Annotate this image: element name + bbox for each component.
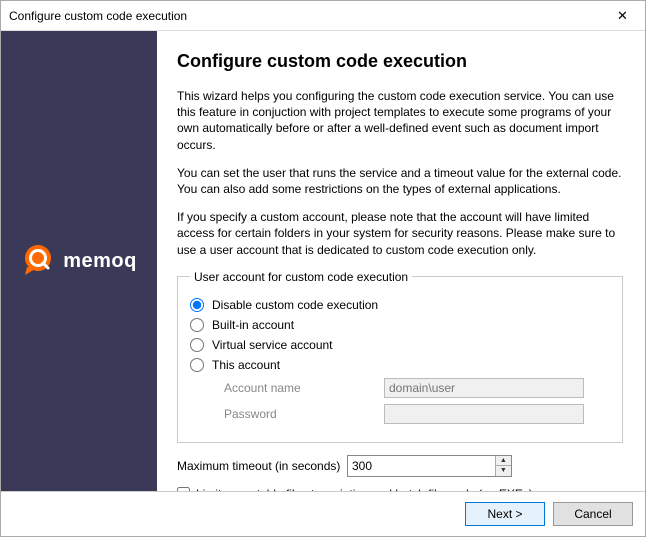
timeout-row: Maximum timeout (in seconds) ▲ ▼ bbox=[177, 455, 623, 477]
password-row: Password bbox=[224, 404, 610, 424]
radio-this-account-label: This account bbox=[212, 358, 280, 372]
window-title: Configure custom code execution bbox=[9, 9, 187, 23]
radio-virtual-input[interactable] bbox=[190, 338, 204, 352]
titlebar: Configure custom code execution ✕ bbox=[1, 1, 645, 31]
radio-disable-label: Disable custom code execution bbox=[212, 298, 378, 312]
radio-disable-input[interactable] bbox=[190, 298, 204, 312]
memoq-logo-icon bbox=[21, 243, 55, 280]
radio-this-account[interactable]: This account bbox=[190, 358, 610, 372]
radio-builtin-input[interactable] bbox=[190, 318, 204, 332]
timeout-label: Maximum timeout (in seconds) bbox=[177, 459, 347, 473]
content-area: Configure custom code execution This wiz… bbox=[157, 31, 645, 491]
spinner-up-button[interactable]: ▲ bbox=[496, 456, 511, 467]
brand-name: memoq bbox=[63, 250, 137, 273]
account-name-label: Account name bbox=[224, 381, 384, 395]
brand-logo: memoq bbox=[21, 243, 137, 280]
page-title: Configure custom code execution bbox=[177, 51, 623, 72]
spinner-down-button[interactable]: ▼ bbox=[496, 466, 511, 476]
intro-paragraph-1: This wizard helps you configuring the cu… bbox=[177, 88, 623, 153]
timeout-spinner[interactable]: ▲ ▼ bbox=[347, 455, 512, 477]
radio-virtual-label: Virtual service account bbox=[212, 338, 333, 352]
account-name-field[interactable] bbox=[384, 378, 584, 398]
timeout-input[interactable] bbox=[348, 456, 495, 476]
radio-builtin-label: Built-in account bbox=[212, 318, 294, 332]
intro-paragraph-2: You can set the user that runs the servi… bbox=[177, 165, 623, 197]
chevron-up-icon: ▲ bbox=[500, 457, 507, 464]
account-name-row: Account name bbox=[224, 378, 610, 398]
user-account-group: User account for custom code execution D… bbox=[177, 270, 623, 443]
password-field[interactable] bbox=[384, 404, 584, 424]
chevron-down-icon: ▼ bbox=[500, 467, 507, 474]
dialog-window: Configure custom code execution ✕ memoq bbox=[0, 0, 646, 537]
radio-builtin[interactable]: Built-in account bbox=[190, 318, 610, 332]
dialog-footer: Next > Cancel bbox=[1, 491, 645, 536]
group-legend: User account for custom code execution bbox=[190, 270, 412, 284]
cancel-button[interactable]: Cancel bbox=[553, 502, 633, 526]
radio-this-account-input[interactable] bbox=[190, 358, 204, 372]
password-label: Password bbox=[224, 407, 384, 421]
dialog-body: memoq Configure custom code execution Th… bbox=[1, 31, 645, 491]
sidebar: memoq bbox=[1, 31, 157, 491]
spinner-buttons: ▲ ▼ bbox=[495, 456, 511, 476]
radio-disable[interactable]: Disable custom code execution bbox=[190, 298, 610, 312]
radio-virtual[interactable]: Virtual service account bbox=[190, 338, 610, 352]
close-icon: ✕ bbox=[617, 8, 628, 24]
next-button[interactable]: Next > bbox=[465, 502, 545, 526]
intro-paragraph-3: If you specify a custom account, please … bbox=[177, 209, 623, 258]
close-button[interactable]: ✕ bbox=[600, 1, 645, 30]
